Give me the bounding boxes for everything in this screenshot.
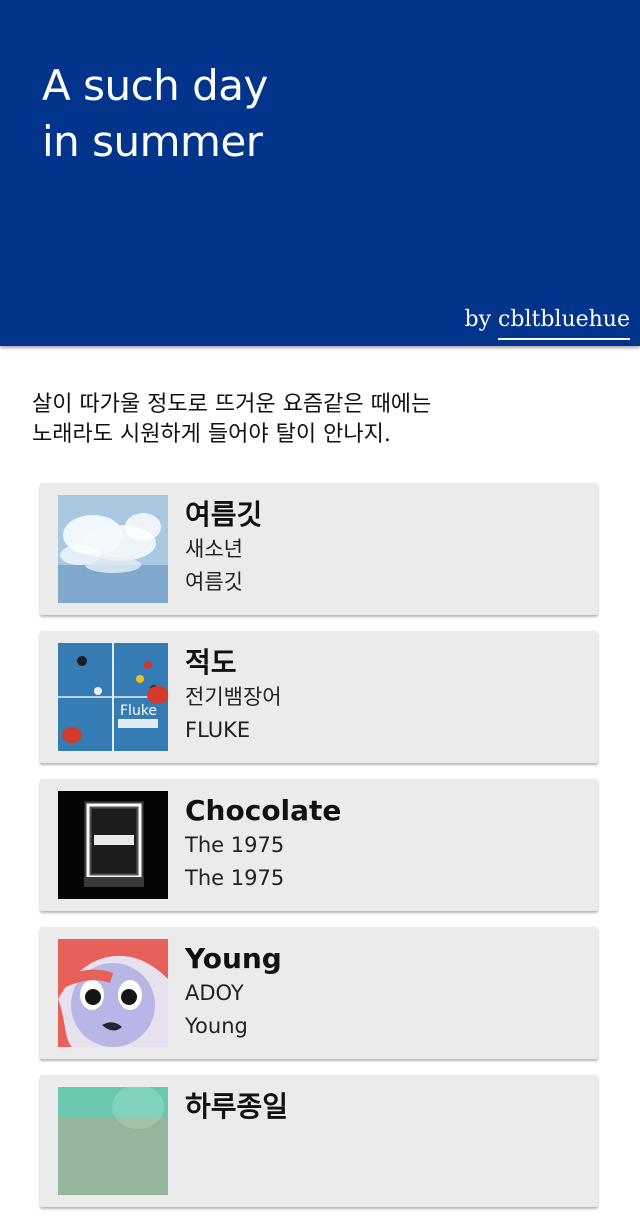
track-artist: ADOY xyxy=(185,981,244,1005)
album-cover xyxy=(58,939,168,1047)
track-info: Chocolate The 1975 The 1975 xyxy=(185,793,588,895)
page-title-line-1: A such day xyxy=(42,61,268,110)
track-card[interactable]: Fluke 적도 전기뱀장어 FLUKE xyxy=(40,631,598,763)
track-info: 적도 전기뱀장어 FLUKE xyxy=(185,645,588,747)
svg-text:Fluke: Fluke xyxy=(120,703,157,719)
track-album: Young xyxy=(185,1014,248,1038)
track-card[interactable]: Chocolate The 1975 The 1975 xyxy=(40,779,598,911)
track-title: 적도 xyxy=(185,646,237,679)
intro-line-1: 살이 따가울 정도로 뜨거운 요즘같은 때에는 xyxy=(32,392,432,417)
page-title-line-2: in summer xyxy=(42,117,263,166)
track-card[interactable]: Young ADOY Young xyxy=(40,927,598,1059)
track-title: 여름깃 xyxy=(185,498,263,531)
author-link[interactable]: cbltbluehue xyxy=(498,304,630,340)
track-artist: The 1975 xyxy=(185,833,285,857)
track-album: FLUKE xyxy=(185,718,251,742)
album-cover: Fluke xyxy=(58,643,168,751)
track-card[interactable]: 하루종일 xyxy=(40,1075,598,1207)
track-album: The 1975 xyxy=(185,866,285,890)
album-cover xyxy=(58,1087,168,1195)
track-card[interactable]: 여름깃 새소년 여름깃 xyxy=(40,483,598,615)
track-title: 하루종일 xyxy=(185,1090,289,1123)
track-info: Young ADOY Young xyxy=(185,941,588,1043)
author-byline: by cbltbluehue xyxy=(465,304,630,340)
page-title: A such day in summer xyxy=(42,58,442,170)
track-title: Chocolate xyxy=(185,794,342,827)
intro-text: 살이 따가울 정도로 뜨거운 요즘같은 때에는 노래라도 시원하게 들어야 탈이… xyxy=(32,390,612,450)
intro-line-2: 노래라도 시원하게 들어야 탈이 안나지. xyxy=(32,422,391,447)
track-list: 여름깃 새소년 여름깃 Fluke 적도 전기뱀장어 FLUKE Chocola… xyxy=(40,483,598,1223)
album-cover xyxy=(58,495,168,603)
track-album: 여름깃 xyxy=(185,570,243,594)
page-header: A such day in summer by cbltbluehue xyxy=(0,0,640,346)
track-info: 하루종일 xyxy=(185,1089,588,1125)
track-artist: 전기뱀장어 xyxy=(185,685,282,709)
track-artist: 새소년 xyxy=(185,537,243,561)
byline-prefix: by xyxy=(464,307,499,332)
track-title: Young xyxy=(185,942,282,975)
album-cover xyxy=(58,791,168,899)
track-info: 여름깃 새소년 여름깃 xyxy=(185,497,588,599)
